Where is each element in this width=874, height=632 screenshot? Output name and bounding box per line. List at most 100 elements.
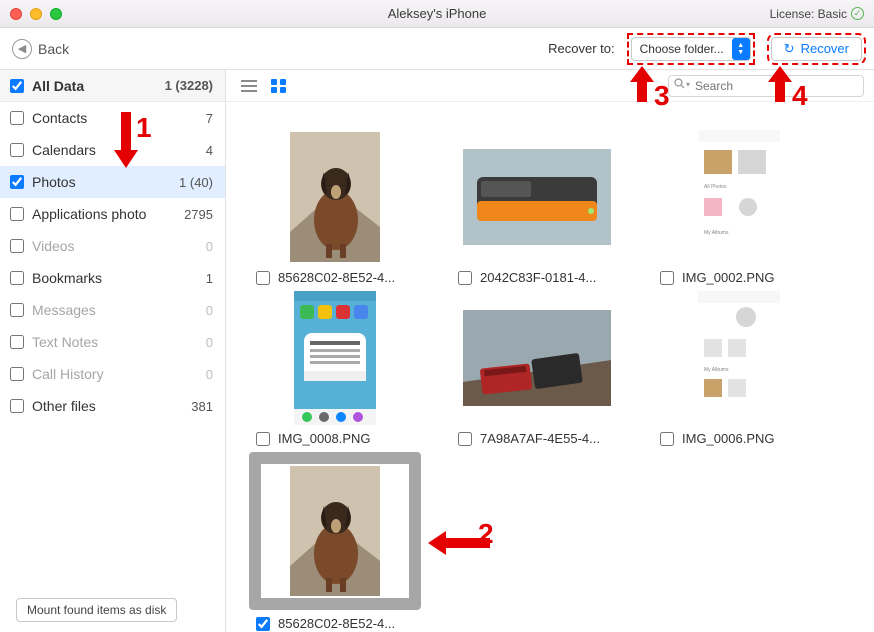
photo-checkbox[interactable] [458, 432, 472, 446]
photo-checkbox[interactable] [458, 271, 472, 285]
photo-checkbox[interactable] [256, 271, 270, 285]
chevron-up-down-icon: ▲▼ [732, 38, 750, 60]
photo-caption: 2042C83F-0181-4... [452, 270, 622, 285]
mount-items-button[interactable]: Mount found items as disk [16, 598, 177, 622]
sidebar-item-label: Messages [32, 302, 96, 318]
sidebar-item-text-notes[interactable]: Text Notes0 [0, 326, 225, 358]
toolbar: ◀ Back Recover to: Choose folder... ▲▼ ↻… [0, 28, 874, 70]
photo-item[interactable]: All Photos My Albums IMG_0002.PNG [654, 130, 824, 285]
sidebar-item-messages[interactable]: Messages0 [0, 294, 225, 326]
sidebar-item-applications-photo[interactable]: Applications photo 2795 [0, 198, 225, 230]
back-button[interactable]: ◀ Back [12, 39, 69, 59]
sidebar-item-checkbox[interactable] [10, 207, 24, 221]
photo-thumbnail [463, 291, 611, 425]
sidebar-item-checkbox[interactable] [10, 239, 24, 253]
main-content: ▾ 85628C02-8E52-4... 2042C83F-0181-4... Al… [226, 70, 874, 632]
recover-button[interactable]: ↻ Recover [771, 37, 862, 61]
sidebar-item-calendars[interactable]: Calendars 4 [0, 134, 225, 166]
search-field-wrap: ▾ [668, 75, 864, 97]
sidebar-item-count: 1 [206, 271, 213, 286]
sidebar-item-label: Applications photo [32, 206, 146, 222]
sidebar-item-other-files[interactable]: Other files381 [0, 390, 225, 422]
photo-filename: IMG_0006.PNG [682, 431, 775, 446]
photo-filename: 2042C83F-0181-4... [480, 270, 596, 285]
window-title: Aleksey's iPhone [388, 6, 487, 21]
sidebar-item-contacts[interactable]: Contacts 7 [0, 102, 225, 134]
photo-checkbox[interactable] [660, 432, 674, 446]
sidebar-item-count: 7 [206, 111, 213, 126]
photo-checkbox[interactable] [256, 617, 270, 631]
photo-checkbox[interactable] [256, 432, 270, 446]
search-icon [674, 78, 685, 92]
sidebar-item-count: 2795 [184, 207, 213, 222]
photo-filename: 85628C02-8E52-4... [278, 616, 395, 631]
list-view-button[interactable] [236, 75, 262, 97]
sidebar-item-label: Call History [32, 366, 104, 382]
sidebar-item-videos[interactable]: Videos0 [0, 230, 225, 262]
sidebar-item-label: Photos [32, 174, 76, 190]
sidebar-item-count: 0 [206, 367, 213, 382]
photo-caption: IMG_0008.PNG [250, 431, 420, 446]
svg-text:All Photos: All Photos [704, 184, 727, 190]
photo-item[interactable]: 7A98A7AF-4E55-4... [452, 291, 622, 446]
grid-view-button[interactable] [266, 75, 292, 97]
sidebar-item-checkbox[interactable] [10, 143, 24, 157]
sidebar-item-all-data[interactable]: All Data1 (3228) [0, 70, 225, 102]
sidebar-item-label: Contacts [32, 110, 87, 126]
sidebar-item-bookmarks[interactable]: Bookmarks1 [0, 262, 225, 294]
photo-item-selected[interactable] [249, 452, 421, 610]
minimize-window-button[interactable] [30, 8, 42, 20]
recover-icon: ↻ [784, 41, 795, 57]
sidebar-item-photos[interactable]: Photos1 (40) [0, 166, 225, 198]
sidebar-item-checkbox[interactable] [10, 335, 24, 349]
sidebar-item-checkbox[interactable] [10, 111, 24, 125]
list-icon [241, 79, 257, 93]
sidebar-item-checkbox[interactable] [10, 399, 24, 413]
photo-item[interactable]: 85628C02-8E52-4... [250, 130, 420, 285]
photo-caption: 7A98A7AF-4E55-4... [452, 431, 622, 446]
choose-folder-label: Choose folder... [640, 42, 724, 56]
check-icon: ✓ [851, 7, 864, 20]
close-window-button[interactable] [10, 8, 22, 20]
photo-thumbnail [261, 130, 409, 264]
photo-item[interactable]: 2042C83F-0181-4... [452, 130, 622, 285]
sidebar-item-call-history[interactable]: Call History 0 [0, 358, 225, 390]
sidebar-item-label: All Data [32, 78, 84, 94]
license-badge[interactable]: License: Basic ✓ [770, 7, 864, 21]
sidebar-item-checkbox[interactable] [10, 367, 24, 381]
sidebar-list: All Data1 (3228) Contacts 7 Calendars 4 Photo… [0, 70, 225, 598]
photo-checkbox[interactable] [660, 271, 674, 285]
sidebar-item-checkbox[interactable] [10, 175, 24, 189]
sidebar-item-label: Text Notes [32, 334, 98, 350]
view-toolbar: ▾ [226, 70, 874, 102]
photos-grid: 85628C02-8E52-4... 2042C83F-0181-4... All … [226, 102, 874, 632]
photo-thumbnail: All Photos My Albums [665, 130, 813, 264]
sidebar: All Data1 (3228) Contacts 7 Calendars 4 Photo… [0, 70, 226, 632]
photo-item[interactable]: IMG_0008.PNG [250, 291, 420, 446]
sidebar-item-checkbox[interactable] [10, 303, 24, 317]
sidebar-item-checkbox[interactable] [10, 79, 24, 93]
photo-caption: IMG_0002.PNG [654, 270, 824, 285]
back-arrow-icon: ◀ [12, 39, 32, 59]
sidebar-item-label: Videos [32, 238, 75, 254]
sidebar-item-label: Calendars [32, 142, 96, 158]
photo-filename: IMG_0002.PNG [682, 270, 775, 285]
sidebar-item-label: Other files [32, 398, 96, 414]
sidebar-item-count: 4 [206, 143, 213, 158]
photo-item[interactable]: 85628C02-8E52-4... [250, 452, 420, 631]
photo-filename: IMG_0008.PNG [278, 431, 371, 446]
recover-button-label: Recover [801, 41, 849, 56]
svg-text:My Albums: My Albums [704, 230, 729, 236]
photo-thumbnail [261, 291, 409, 425]
photo-thumbnail: My Albums [665, 291, 813, 425]
photo-filename: 7A98A7AF-4E55-4... [480, 431, 600, 446]
search-input[interactable] [668, 75, 864, 97]
chevron-down-icon: ▾ [686, 80, 690, 89]
photo-item[interactable]: My Albums IMG_0006.PNG [654, 291, 824, 446]
sidebar-item-checkbox[interactable] [10, 271, 24, 285]
choose-folder-dropdown[interactable]: Choose folder... ▲▼ [631, 37, 751, 61]
svg-text:My Albums: My Albums [704, 367, 729, 373]
zoom-window-button[interactable] [50, 8, 62, 20]
recover-to-label: Recover to: [548, 41, 614, 56]
license-label: License: Basic [770, 7, 847, 21]
